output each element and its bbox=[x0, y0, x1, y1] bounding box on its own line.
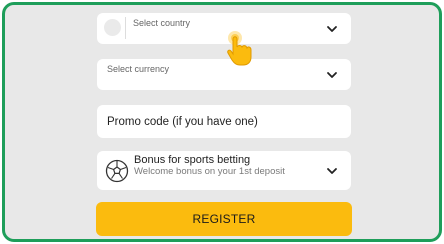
country-select-label: Select country bbox=[133, 18, 191, 28]
tap-hand-icon bbox=[224, 29, 260, 69]
soccer-ball-icon bbox=[105, 159, 129, 183]
chevron-down-icon[interactable] bbox=[325, 22, 339, 36]
field-divider bbox=[125, 17, 126, 39]
country-flag-placeholder bbox=[104, 19, 121, 36]
bonus-select[interactable]: Bonus for sports betting Welcome bonus o… bbox=[97, 151, 351, 190]
bonus-subtitle: Welcome bonus on your 1st deposit bbox=[134, 166, 285, 177]
registration-form: Select country Select currency Promo cod… bbox=[2, 2, 442, 242]
chevron-down-icon[interactable] bbox=[325, 164, 339, 178]
promo-code-placeholder: Promo code (if you have one) bbox=[107, 116, 258, 128]
promo-code-input[interactable]: Promo code (if you have one) bbox=[97, 105, 351, 138]
chevron-down-icon[interactable] bbox=[325, 68, 339, 82]
register-button[interactable]: REGISTER bbox=[96, 202, 352, 236]
bonus-title: Bonus for sports betting bbox=[134, 154, 251, 166]
currency-select-label: Select currency bbox=[107, 64, 170, 74]
